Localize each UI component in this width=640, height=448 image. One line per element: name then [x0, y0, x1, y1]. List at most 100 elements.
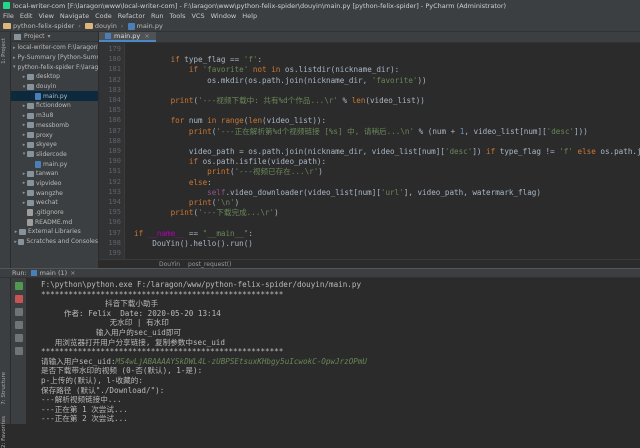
menu-item-window[interactable]: Window — [211, 12, 237, 20]
pycharm-logo-icon — [3, 2, 10, 9]
folder-icon — [27, 132, 34, 139]
tree-item-label: python-felix-spider F:\laragon\www\pytho… — [17, 63, 99, 71]
code-line: video_path = os.path.join(nickname_dir, … — [134, 147, 640, 156]
menu-item-view[interactable]: View — [38, 12, 53, 20]
tree-item-label: External Libraries — [28, 228, 81, 236]
tree-item[interactable]: ▾ douyin — [11, 82, 98, 92]
code-line: print('---视频已存在...\r') — [207, 167, 323, 177]
tree-item[interactable]: ▸ External Libraries — [11, 227, 98, 237]
run-label: Run: — [12, 269, 27, 277]
tree-item[interactable]: ▸ wechat — [11, 198, 98, 208]
menu-item-navigate[interactable]: Navigate — [60, 12, 89, 20]
tree-item[interactable]: ▸local-writer-com F:\laragon\www\local-w… — [11, 43, 98, 53]
line-number: 193 — [108, 187, 121, 196]
tree-item[interactable]: ▾python-felix-spider F:\laragon\www\pyth… — [11, 62, 98, 72]
project-view-selector[interactable]: Project — [24, 33, 45, 40]
tree-item-label: vipvideo — [36, 179, 62, 187]
console-line: ---正在第 2 次尝试... — [41, 414, 128, 424]
editor-tab-bar: main.py × — [99, 32, 640, 43]
tree-item[interactable]: ▸Py-Summary [Python-Summary] F:\laragon\… — [11, 53, 98, 63]
run-tab-main[interactable]: main (1) × — [30, 269, 76, 277]
tree-item[interactable]: ▸ tanwan — [11, 169, 98, 179]
crumb-method[interactable]: post_request() — [188, 261, 231, 268]
project-panel: Project ▾ ▸local-writer-com F:\laragon\w… — [11, 32, 99, 268]
line-number-gutter: 179 180 181 182 183 184 185 186 187 188 189 190 191 1… — [99, 43, 125, 259]
folder-icon — [27, 151, 34, 158]
tree-item-label: Scratches and Consoles — [26, 238, 98, 246]
rerun-icon[interactable] — [15, 282, 23, 290]
chevron-down-icon[interactable]: ▾ — [48, 33, 51, 40]
line-number: 187 — [108, 126, 121, 135]
menu-item-run[interactable]: Run — [151, 12, 163, 20]
tree-item-label: fictiondown — [36, 102, 71, 110]
favorites-tool-tab[interactable]: 2: Favorites — [1, 416, 7, 448]
tree-item-label: .gitignore — [35, 209, 64, 217]
folder-icon — [3, 23, 11, 29]
chevron-right-icon[interactable]: ▸ — [13, 45, 16, 51]
code-line: if os.path.isfile(video_path): — [188, 157, 327, 167]
folder-icon — [27, 141, 34, 148]
crumb-class[interactable]: DouYin — [159, 261, 180, 268]
breadcrumb-project[interactable]: python-felix-spider — [3, 22, 74, 30]
tree-item[interactable]: main.py — [11, 159, 98, 169]
menu-item-tools[interactable]: Tools — [169, 12, 185, 20]
line-number: 189 — [108, 147, 121, 155]
code-line: DouYin().hello().run() — [134, 238, 253, 248]
tree-item[interactable]: main.py — [11, 91, 98, 102]
tree-item[interactable]: ▸ desktop — [11, 72, 98, 82]
tree-item[interactable]: ▸ wangzhe — [11, 188, 98, 198]
scroll-to-end-icon[interactable] — [15, 321, 23, 329]
close-icon[interactable]: × — [144, 32, 149, 40]
trash-icon[interactable] — [15, 347, 23, 355]
tree-item[interactable]: .gitignore — [11, 208, 98, 218]
tree-item[interactable]: ▸ skyeye — [11, 140, 98, 150]
folder-icon — [27, 73, 34, 80]
tree-item[interactable]: ▸ fictiondown — [11, 101, 98, 111]
menu-item-file[interactable]: File — [3, 12, 14, 20]
menu-item-vcs[interactable]: VCS — [191, 12, 204, 20]
line-number: 184 — [108, 96, 121, 104]
left-tool-strip: 1: Project 7: Structure 2: Favorites — [0, 32, 11, 448]
python-file-icon — [127, 22, 135, 30]
console-line: ****************************************… — [41, 347, 284, 357]
menu-item-help[interactable]: Help — [242, 12, 257, 20]
line-number: 197 — [108, 228, 121, 237]
chevron-right-icon[interactable]: ▸ — [13, 55, 16, 61]
line-number: 185 — [108, 106, 121, 115]
line-number: 199 — [108, 249, 121, 257]
tree-item[interactable]: ▾ slidercode — [11, 150, 98, 160]
tree-item[interactable]: README.md — [11, 217, 98, 227]
folder-icon — [19, 228, 26, 235]
structure-tool-tab[interactable]: 7: Structure — [1, 372, 7, 405]
line-number: 196 — [108, 218, 121, 227]
chevron-down-icon[interactable]: ▾ — [13, 64, 16, 70]
breadcrumb-douyin[interactable]: douyin — [84, 22, 117, 30]
menu-item-edit[interactable]: Edit — [20, 12, 33, 20]
file-icon — [27, 218, 33, 226]
tree-item-label: skyeye — [36, 141, 57, 149]
tree-item-label: local-writer-com F:\laragon\www\local-wr… — [17, 44, 99, 52]
tree-item[interactable]: ▸ vipvideo — [11, 179, 98, 189]
tree-item[interactable]: ▸ proxy — [11, 130, 98, 140]
line-number: 186 — [108, 116, 121, 125]
stop-icon[interactable] — [15, 295, 23, 303]
tree-item[interactable]: ▸ messbomb — [11, 121, 98, 131]
run-console[interactable]: F:\python\python.exe F:/laragon/www/pyth… — [27, 278, 640, 424]
line-number: 194 — [108, 198, 121, 206]
tree-item[interactable]: ▸ m3u8 — [11, 111, 98, 121]
project-tree: ▸local-writer-com F:\laragon\www\local-w… — [11, 42, 98, 246]
pause-icon[interactable] — [15, 308, 23, 316]
tree-item[interactable]: ▸ Scratches and Consoles — [11, 237, 98, 247]
close-icon[interactable]: × — [70, 269, 75, 277]
project-tool-tab[interactable]: 1: Project — [1, 38, 7, 64]
menu-item-refactor[interactable]: Refactor — [118, 12, 145, 20]
menu-item-code[interactable]: Code — [95, 12, 112, 20]
code-line: os.mkdir(os.path.join(nickname_dir, 'fav… — [134, 75, 427, 85]
code-editor[interactable]: if type_flag == 'f': if 'favorite' not i… — [126, 43, 640, 259]
breadcrumb-main-py[interactable]: main.py — [127, 22, 163, 30]
editor-tab-main-py[interactable]: main.py × — [99, 32, 156, 42]
project-panel-header: Project ▾ — [11, 32, 98, 42]
line-number: 182 — [108, 75, 121, 84]
folder-icon — [18, 238, 25, 245]
print-icon[interactable] — [15, 334, 23, 342]
